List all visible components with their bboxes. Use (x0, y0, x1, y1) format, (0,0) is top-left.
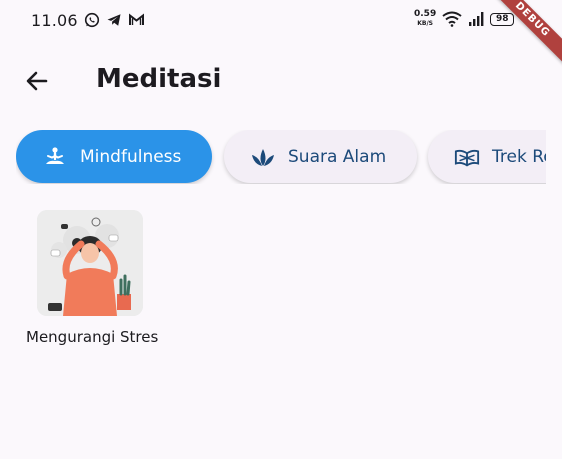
battery-indicator: 98 (490, 12, 515, 26)
whatsapp-icon (84, 12, 100, 28)
signal-icon (469, 12, 484, 26)
telegram-icon (107, 14, 121, 26)
status-time: 11.06 (31, 11, 78, 30)
app-bar: Meditasi (0, 52, 562, 108)
wifi-icon (442, 11, 462, 27)
back-button[interactable] (22, 66, 52, 96)
arrow-left-icon (26, 71, 48, 91)
category-label: Mindfulness (80, 146, 182, 167)
network-speed-value: 0.59 (414, 9, 437, 19)
meditation-icon (42, 144, 68, 170)
network-speed-unit: KB/S (417, 20, 433, 27)
category-label: Trek Re (492, 146, 546, 167)
category-chip-mindfulness[interactable]: Mindfulness (16, 130, 212, 183)
battery-level: 98 (495, 13, 509, 24)
category-list[interactable]: Mindfulness Suara Alam Trek Re (16, 130, 546, 184)
category-chip-trek[interactable]: Trek Re (428, 130, 546, 183)
category-chip-suara-alam[interactable]: Suara Alam (224, 130, 417, 183)
item-title: Mengurangi Stres (26, 328, 159, 346)
book-icon (454, 144, 480, 170)
status-system-icons: 0.59 KB/S 98 (414, 10, 515, 28)
gmail-icon (129, 13, 144, 25)
status-app-icons (84, 12, 145, 28)
page-title: Meditasi (96, 64, 222, 94)
stressed-person-illustration (37, 210, 143, 316)
category-label: Suara Alam (288, 146, 387, 167)
network-speed: 0.59 KB/S (414, 10, 436, 28)
status-bar: 11.06 0.59 KB/S 98 DEBUG (0, 0, 562, 69)
leaf-icon (250, 144, 276, 170)
